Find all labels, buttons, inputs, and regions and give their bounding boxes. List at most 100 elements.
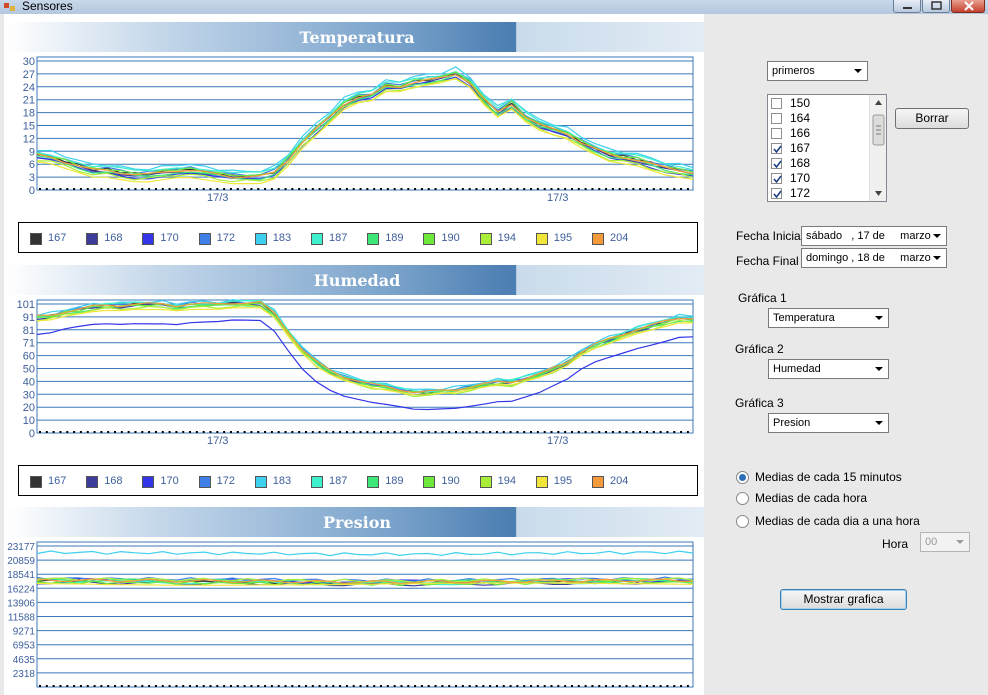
checkbox-icon[interactable] bbox=[771, 128, 782, 139]
axis-marker bbox=[257, 431, 260, 433]
maximize-button[interactable] bbox=[922, 0, 950, 13]
axis-marker bbox=[120, 188, 123, 190]
axis-marker bbox=[339, 188, 342, 190]
checkbox-checked-icon[interactable] bbox=[771, 188, 782, 199]
y-tick-label: 0 bbox=[29, 428, 35, 440]
axis-marker bbox=[134, 431, 137, 433]
fecha-inicial-picker[interactable]: sábado , 17 de marzo bbox=[801, 226, 947, 246]
axis-marker bbox=[639, 188, 642, 190]
axis-marker bbox=[502, 188, 505, 190]
sensor-item-172[interactable]: 172 bbox=[771, 186, 871, 201]
fecha-final-value: domingo , 18 de marzo bbox=[806, 252, 931, 264]
axis-marker bbox=[666, 431, 669, 433]
checkbox-checked-icon[interactable] bbox=[771, 158, 782, 169]
axis-marker bbox=[236, 431, 239, 433]
axis-marker bbox=[311, 188, 314, 190]
axis-marker bbox=[441, 431, 444, 433]
axis-marker bbox=[673, 431, 676, 433]
axis-marker bbox=[659, 685, 662, 687]
sensor-item-166[interactable]: 166 bbox=[771, 126, 871, 141]
axis-marker bbox=[475, 188, 478, 190]
borrar-button[interactable]: Borrar bbox=[895, 108, 969, 129]
axis-marker bbox=[141, 188, 144, 190]
grafica2-select[interactable]: Humedad bbox=[768, 359, 889, 379]
y-tick-label: 101 bbox=[17, 299, 35, 311]
checkbox-icon[interactable] bbox=[771, 113, 782, 124]
y-tick-label: 6953 bbox=[13, 641, 36, 652]
axis-marker bbox=[632, 188, 635, 190]
hora-label: Hora bbox=[882, 537, 909, 551]
legend-label: 187 bbox=[329, 475, 348, 487]
axis-marker bbox=[182, 431, 185, 433]
checkbox-checked-icon[interactable] bbox=[771, 173, 782, 184]
axis-marker bbox=[59, 188, 62, 190]
checkbox-icon[interactable] bbox=[771, 98, 782, 109]
axis-marker bbox=[154, 685, 157, 687]
axis-marker bbox=[673, 188, 676, 190]
axis-marker bbox=[530, 188, 533, 190]
axis-marker bbox=[536, 431, 539, 433]
legend-label: 167 bbox=[48, 475, 67, 487]
axis-marker bbox=[373, 188, 376, 190]
mostrar-grafica-button[interactable]: Mostrar grafica bbox=[780, 589, 907, 610]
minimize-button[interactable] bbox=[893, 0, 921, 13]
radio-button-1[interactable] bbox=[736, 492, 749, 505]
legend-label: 195 bbox=[553, 232, 573, 244]
radio-label-0[interactable]: Medias de cada 15 minutos bbox=[755, 470, 902, 484]
legend-label: 170 bbox=[160, 475, 179, 487]
window-title: Sensores bbox=[22, 0, 73, 13]
axis-marker bbox=[611, 431, 614, 433]
legend-swatch bbox=[479, 476, 492, 488]
radio-button-0[interactable] bbox=[736, 471, 749, 484]
axis-marker bbox=[482, 188, 485, 190]
axis-marker bbox=[270, 188, 273, 190]
axis-marker bbox=[570, 431, 573, 433]
y-tick-label: 15 bbox=[23, 121, 35, 133]
axis-marker bbox=[209, 431, 212, 433]
axis-marker bbox=[434, 188, 437, 190]
fecha-final-picker[interactable]: domingo , 18 de marzo bbox=[801, 248, 947, 268]
axis-marker bbox=[73, 188, 76, 190]
axis-marker bbox=[509, 188, 512, 190]
sensor-item-164[interactable]: 164 bbox=[771, 111, 871, 126]
axis-marker bbox=[182, 188, 185, 190]
y-tick-label: 40 bbox=[23, 376, 35, 388]
hora-select[interactable]: 00 bbox=[920, 532, 970, 552]
sensor-item-167[interactable]: 167 bbox=[771, 141, 871, 156]
axis-marker bbox=[304, 188, 307, 190]
sensor-item-150[interactable]: 150 bbox=[771, 96, 871, 111]
sensor-checklist[interactable]: 150 164 166 167 168 170 172 bbox=[767, 94, 887, 202]
y-tick-label: 30 bbox=[23, 56, 35, 68]
axis-marker bbox=[161, 685, 164, 687]
radio-label-1[interactable]: Medias de cada hora bbox=[755, 491, 867, 505]
filter-select[interactable]: primeros bbox=[767, 61, 868, 81]
radio-label-2[interactable]: Medias de cada dia a una hora bbox=[755, 514, 920, 528]
axis-marker bbox=[107, 431, 110, 433]
axis-marker bbox=[598, 685, 601, 687]
axis-marker bbox=[686, 188, 689, 190]
axis-marker bbox=[298, 431, 301, 433]
y-tick-label: 71 bbox=[23, 338, 35, 350]
y-tick-label: 10 bbox=[23, 415, 35, 427]
axis-marker bbox=[59, 685, 62, 687]
y-tick-label: 50 bbox=[23, 364, 35, 376]
grafica1-select[interactable]: Temperatura bbox=[768, 308, 889, 328]
presion-header: Presion bbox=[7, 507, 704, 537]
axis-marker bbox=[264, 188, 267, 190]
close-button[interactable] bbox=[951, 0, 985, 13]
axis-marker bbox=[277, 431, 280, 433]
axis-marker bbox=[414, 685, 417, 687]
axis-marker bbox=[570, 188, 573, 190]
checkbox-checked-icon[interactable] bbox=[771, 143, 782, 154]
axis-marker bbox=[591, 431, 594, 433]
legend-label: 172 bbox=[216, 232, 235, 244]
checklist-scrollbar[interactable] bbox=[869, 95, 886, 201]
legend-label: 168 bbox=[104, 232, 123, 244]
axis-marker bbox=[639, 431, 642, 433]
grafica3-select[interactable]: Presion bbox=[768, 413, 889, 433]
sensor-item-168[interactable]: 168 bbox=[771, 156, 871, 171]
axis-marker bbox=[475, 431, 478, 433]
axis-marker bbox=[680, 431, 683, 433]
sensor-item-170[interactable]: 170 bbox=[771, 171, 871, 186]
radio-button-2[interactable] bbox=[736, 515, 749, 528]
